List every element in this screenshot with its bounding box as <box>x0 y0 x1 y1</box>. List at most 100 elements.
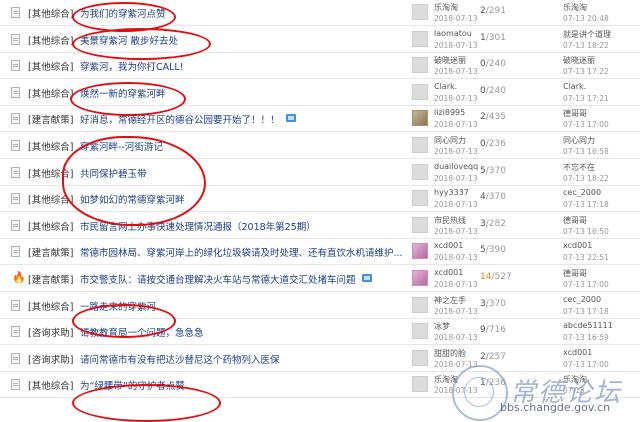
avatar[interactable] <box>412 243 428 259</box>
thread-author[interactable]: laomatou <box>434 29 472 38</box>
last-reply-user[interactable]: 德哥哥 <box>563 268 587 279</box>
thread-title-link[interactable]: 美景穿紫河 散步好去处 <box>80 33 178 47</box>
table-row[interactable]: [其他综合] 穿紫河畔--河街游记 同心同力 2018-07-13 0/236 同心同力 0… <box>0 133 640 159</box>
avatar[interactable] <box>412 137 428 153</box>
last-reply-user[interactable]: 乐淘淘 <box>563 2 587 13</box>
avatar[interactable] <box>412 110 428 126</box>
thread-category[interactable]: [其他综合] <box>28 139 73 153</box>
thread-category[interactable]: [其他综合] <box>28 33 73 47</box>
last-reply-user[interactable]: 德哥哥 <box>563 215 587 226</box>
thread-category[interactable]: [其他综合] <box>28 192 73 206</box>
thread-category[interactable]: [其他综合] <box>28 378 73 392</box>
table-row[interactable]: [其他综合] 如梦如幻的常德穿紫河畔 hyy3337 2018-07-13 4/370 c… <box>0 186 640 212</box>
thread-author[interactable]: lizi8995 <box>434 108 465 117</box>
thread-title-link[interactable]: 好消息，常德经开区的德谷公园要开始了！！！ <box>80 112 280 126</box>
thread-author[interactable]: Clark. <box>434 82 457 91</box>
thread-author[interactable]: xcd001 <box>434 241 463 250</box>
thread-author[interactable]: 神之左手 <box>434 295 466 306</box>
thread-stats: 3/282 <box>480 219 506 229</box>
thread-author[interactable]: duailoveqq <box>434 162 478 171</box>
thread-author[interactable]: 市民热线 <box>434 215 466 226</box>
table-row[interactable]: [其他综合] 穿紫河，我为你打CALL! 破晓迷丽 2018-07-13 0/240 破晓… <box>0 53 640 79</box>
table-row[interactable]: [其他综合] 市民留言网上办事快速处理情况通报（2018年第25期） 市民热线 201… <box>0 213 640 239</box>
thread-title-link[interactable]: 穿紫河，我为你打CALL! <box>80 59 184 73</box>
thread-stats: 4/370 <box>480 192 506 202</box>
last-reply-user[interactable]: 德哥哥 <box>563 108 587 119</box>
thread-title-link[interactable]: 为我们的穿紫河点赞 <box>80 6 166 20</box>
thread-stats: 2/435 <box>480 112 506 122</box>
avatar[interactable] <box>412 190 428 206</box>
last-reply-user[interactable]: cec_2000 <box>563 295 601 304</box>
thread-title-link[interactable]: 市交警支队：请按交通台理解决火车站与常德大道交汇处堵车问题 <box>80 272 356 286</box>
avatar[interactable] <box>412 164 428 180</box>
avatar[interactable] <box>412 57 428 73</box>
avatar[interactable] <box>412 84 428 100</box>
thread-title-link[interactable]: 请教教育局一个问题，急急急 <box>80 325 204 339</box>
last-reply-user[interactable]: 同心同力 <box>563 135 595 146</box>
thread-author[interactable]: 乐淘淘 <box>434 2 458 13</box>
thread-title-link[interactable]: 请问常德市有没有把达沙替尼这个药物列入医保 <box>80 352 280 366</box>
thread-title-link[interactable]: 一路走来的穿紫河 <box>80 299 156 313</box>
thread-title-link[interactable]: 市民留言网上办事快速处理情况通报（2018年第25期） <box>80 219 316 233</box>
avatar[interactable] <box>412 217 428 233</box>
thread-category[interactable]: [咨询求助] <box>28 352 73 366</box>
avatar[interactable] <box>412 270 428 286</box>
table-row[interactable]: [其他综合] 焕然一新的穿紫河畔 Clark. 2018-07-13 0/240 Clar… <box>0 80 640 106</box>
avatar[interactable] <box>412 297 428 313</box>
table-row[interactable]: [其他综合] 共同保护碧玉带 duailoveqq 2018-07-13 5/370 不忘… <box>0 160 640 186</box>
document-icon <box>11 7 20 18</box>
thread-author[interactable]: 甜甜的脸 <box>434 348 466 359</box>
last-reply-user[interactable]: Clark. <box>563 82 586 91</box>
thread-author[interactable]: 冰梦 <box>434 321 450 332</box>
last-reply-time: 07-13 16:50 <box>563 227 609 236</box>
thread-date: 2018-07-13 <box>434 200 478 209</box>
table-row[interactable]: 🔥 [建言献策] 市交警支队：请按交通台理解决火车站与常德大道交汇处堵车问题 xcd0… <box>0 266 640 292</box>
table-row[interactable]: [咨询求助] 请问常德市有没有把达沙替尼这个药物列入医保 甜甜的脸 2018-07-1… <box>0 346 640 372</box>
thread-title-link[interactable]: 穿紫河畔--河街游记 <box>80 139 163 153</box>
avatar[interactable] <box>412 4 428 20</box>
last-reply-user[interactable]: xcd001 <box>563 241 592 250</box>
last-reply-user[interactable]: cec_2000 <box>563 188 601 197</box>
avatar[interactable] <box>412 350 428 366</box>
thread-stats: 9/716 <box>480 325 506 335</box>
thread-date: 2018-07-13 <box>434 333 478 342</box>
avatar[interactable] <box>412 376 428 392</box>
thread-category[interactable]: [其他综合] <box>28 6 73 20</box>
table-row[interactable]: [其他综合] 一路走来的穿紫河 神之左手 2018-07-13 3/370 cec_200… <box>0 293 640 319</box>
thread-title-link[interactable]: 焕然一新的穿紫河畔 <box>80 86 166 100</box>
thread-stats: 2/257 <box>480 352 506 362</box>
thread-category[interactable]: [建言献策] <box>28 245 73 259</box>
thread-category[interactable]: [其他综合] <box>28 59 73 73</box>
table-row[interactable]: [其他综合] 美景穿紫河 散步好去处 laomatou 2018-07-13 1/301… <box>0 27 640 53</box>
thread-title-link[interactable]: 共同保护碧玉带 <box>80 166 147 180</box>
thread-author[interactable]: 同心同力 <box>434 135 466 146</box>
last-reply-user[interactable]: 不忘不在 <box>563 162 595 173</box>
thread-author[interactable]: hyy3337 <box>434 188 469 197</box>
thread-category[interactable]: [其他综合] <box>28 299 73 313</box>
last-reply-user[interactable]: 破晓迷丽 <box>563 55 595 66</box>
table-row[interactable]: [咨询求助] 请教教育局一个问题，急急急 冰梦 2018-07-13 9/716 abcd… <box>0 319 640 345</box>
last-reply-user[interactable]: xcd001 <box>563 348 592 357</box>
table-row[interactable]: [建言献策] 常德市园林局、穿紫河岸上的绿化垃圾袋请及时处理、还有直饮水机请维护.… <box>0 239 640 265</box>
table-row[interactable]: [其他综合] 为我们的穿紫河点赞 乐淘淘 2018-07-13 2/291 乐淘淘 07-1… <box>0 0 640 26</box>
table-row[interactable]: [建言献策] 好消息，常德经开区的德谷公园要开始了！！！ lizi8995 2018-… <box>0 106 640 132</box>
thread-title-link[interactable]: 常德市园林局、穿紫河岸上的绿化垃圾袋请及时处理、还有直饮水机请维护... <box>80 245 403 259</box>
thread-category[interactable]: [建言献策] <box>28 272 73 286</box>
avatar[interactable] <box>412 31 428 47</box>
thread-category[interactable]: [咨询求助] <box>28 325 73 339</box>
thread-category[interactable]: [其他综合] <box>28 86 73 100</box>
thread-author[interactable]: 破晓迷丽 <box>434 55 466 66</box>
thread-category[interactable]: [其他综合] <box>28 166 73 180</box>
avatar[interactable] <box>412 323 428 339</box>
last-reply-time: 07-13 16:58 <box>563 147 609 156</box>
thread-category[interactable]: [其他综合] <box>28 219 73 233</box>
last-reply-user[interactable]: abcde51111 <box>563 321 613 330</box>
thread-title-link[interactable]: 如梦如幻的常德穿紫河畔 <box>80 192 185 206</box>
thread-date: 2018-07-13 <box>434 14 478 23</box>
thread-author[interactable]: xcd001 <box>434 268 463 277</box>
thread-category[interactable]: [建言献策] <box>28 112 73 126</box>
view-count: 236 <box>488 139 506 149</box>
view-count: 301 <box>488 33 506 43</box>
thread-title-link[interactable]: 为“绿腰带”的守护者点赞 <box>80 378 185 392</box>
last-reply-user[interactable]: 就是讲个道理 <box>563 29 611 40</box>
